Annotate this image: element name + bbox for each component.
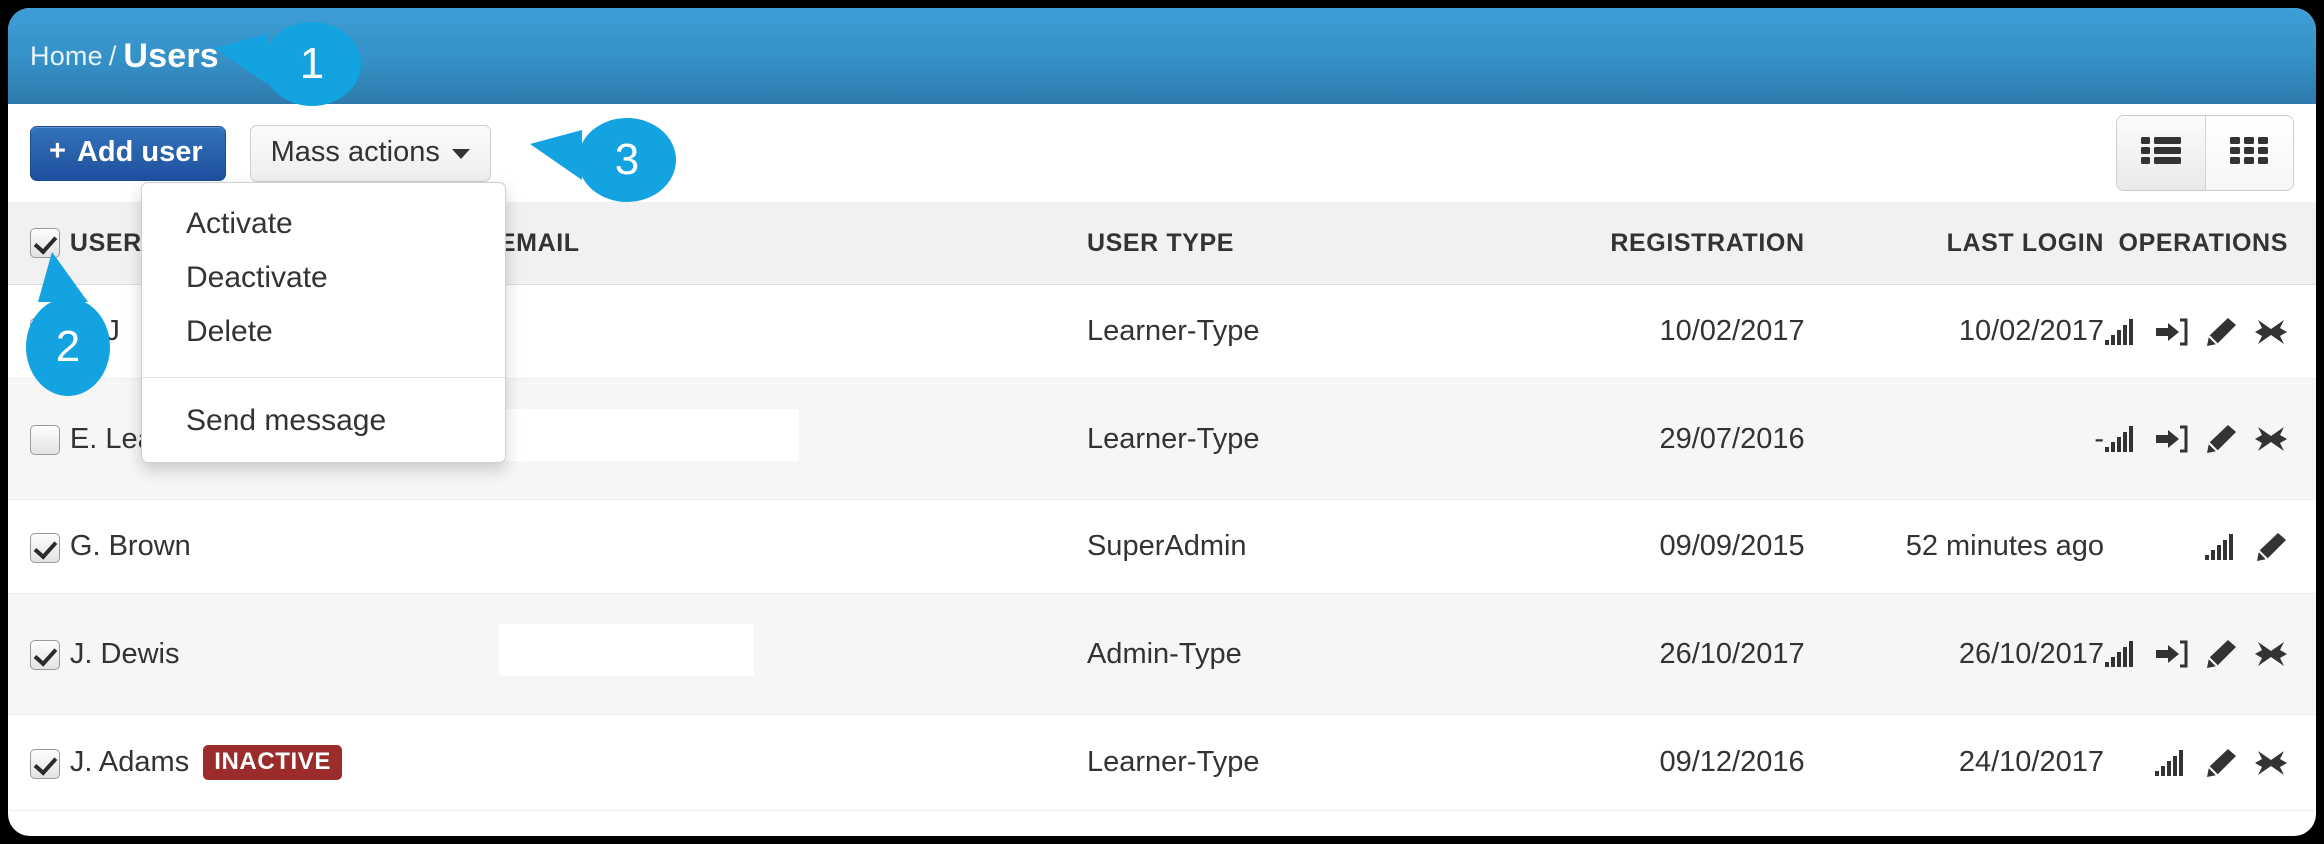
redacted-email-block [498,409,799,462]
operations-cell [2104,593,2316,716]
row-checkbox[interactable] [30,748,60,779]
redacted-email-block [498,624,754,677]
view-toggle-group [2116,115,2294,191]
column-header-registration[interactable]: REGISTRATION [1505,202,1805,286]
edit-icon[interactable] [2204,639,2238,669]
mass-actions-label: Mass actions [270,135,440,168]
edit-icon[interactable] [2204,748,2238,778]
row-select-cell [8,714,70,812]
delete-icon[interactable] [2254,424,2288,454]
user-name-label[interactable]: G. Brown [70,530,191,563]
user-type-cell: Learner-Type [1086,714,1506,812]
delete-icon[interactable] [2254,748,2288,778]
user-email-cell [498,378,1087,501]
menu-item-activate[interactable]: Activate [142,197,505,251]
page-title: Users [123,36,219,75]
user-name-cell: G. Brown [69,499,499,595]
edit-icon[interactable] [2204,317,2238,347]
delete-icon[interactable] [2254,317,2288,347]
user-email-cell [498,284,1087,380]
last-login-cell: - [1804,378,2104,501]
page-card: Home / Users + Add user Mass actions USE… [8,8,2316,836]
row-select-cell [8,378,70,501]
row-checkbox[interactable] [30,640,60,671]
menu-item-send-message[interactable]: Send message [142,394,505,448]
select-all-checkbox[interactable] [30,228,60,259]
column-header-email[interactable]: EMAIL [498,202,1087,286]
operations-cell [2104,378,2316,501]
registration-cell: 09/09/2015 [1505,499,1805,595]
row-select-cell [8,593,70,716]
stats-icon[interactable] [2104,424,2138,454]
column-header-user-type[interactable]: USER TYPE [1086,202,1506,286]
list-view-button[interactable] [2117,116,2205,190]
plus-icon: + [49,134,66,167]
column-header-operations: OPERATIONS [2104,202,2316,286]
grid-view-button[interactable] [2205,116,2293,190]
menu-item-delete[interactable]: Delete [142,305,505,359]
user-type-cell: Admin-Type [1086,593,1506,716]
table-row: J. Adams INACTIVE Learner-Type 09/12/2016 24… [8,714,2316,812]
user-type-cell: SuperAdmin [1086,499,1506,595]
operations-cell [2104,284,2316,380]
screenshot-root: Home / Users + Add user Mass actions USE… [0,0,2324,844]
add-user-label: Add user [76,135,203,168]
add-user-button[interactable]: + Add user [30,125,226,181]
breadcrumb-bar: Home / Users [8,8,2316,104]
last-login-cell: 52 minutes ago [1804,499,2104,595]
user-email-cell [498,714,1087,812]
stats-icon[interactable] [2104,639,2138,669]
breadcrumb-separator: / [108,40,117,71]
last-login-cell: 10/02/2017 [1804,284,2104,380]
row-checkbox[interactable] [30,317,60,348]
user-type-cell: Learner-Type [1086,284,1506,380]
login-as-icon[interactable] [2154,424,2188,454]
row-select-cell [8,284,70,380]
edit-icon[interactable] [2254,532,2288,562]
table-row: G. Brown SuperAdmin 09/09/2015 52 minutes a… [8,499,2316,595]
user-name-cell: J. Dewis [69,593,499,716]
row-select-cell [8,499,70,595]
registration-cell: 26/10/2017 [1505,593,1805,716]
mass-actions-dropdown-menu: Activate Deactivate Delete Send message [141,182,506,463]
row-checkbox[interactable] [30,532,60,563]
select-all-header [8,202,70,286]
grid-view-icon [2229,135,2270,172]
mass-actions-button[interactable]: Mass actions [249,124,491,182]
registration-cell: 09/12/2016 [1505,714,1805,812]
menu-item-deactivate[interactable]: Deactivate [142,251,505,305]
row-checkbox[interactable] [30,425,60,456]
table-row: J. Dewis Admin-Type 26/10/2017 26/10/2017 [8,593,2316,716]
stats-icon[interactable] [2154,748,2188,778]
breadcrumb-home-link[interactable]: Home [30,41,103,72]
column-header-last-login[interactable]: LAST LOGIN [1804,202,2104,286]
user-name-label[interactable]: J. Adams [70,746,189,779]
login-as-icon[interactable] [2154,639,2188,669]
last-login-cell: 26/10/2017 [1804,593,2104,716]
registration-cell: 10/02/2017 [1505,284,1805,380]
user-email-cell [498,499,1087,595]
list-view-icon [2141,135,2181,172]
user-name-label[interactable]: J. Dewis [70,638,180,671]
user-type-cell: Learner-Type [1086,378,1506,501]
edit-icon[interactable] [2204,424,2238,454]
status-badge: INACTIVE [203,745,343,781]
user-name-cell: J. Adams INACTIVE [69,714,499,812]
chevron-down-icon [451,149,470,159]
registration-cell: 29/07/2016 [1505,378,1805,501]
menu-divider [142,377,505,378]
login-as-icon[interactable] [2154,317,2188,347]
user-name-label[interactable]: B. J [70,315,120,348]
operations-cell [2104,714,2316,812]
stats-icon[interactable] [2104,317,2138,347]
stats-icon[interactable] [2204,532,2238,562]
last-login-cell: 24/10/2017 [1804,714,2104,812]
operations-cell [2104,499,2316,595]
delete-icon[interactable] [2254,639,2288,669]
user-email-cell [498,593,1087,716]
